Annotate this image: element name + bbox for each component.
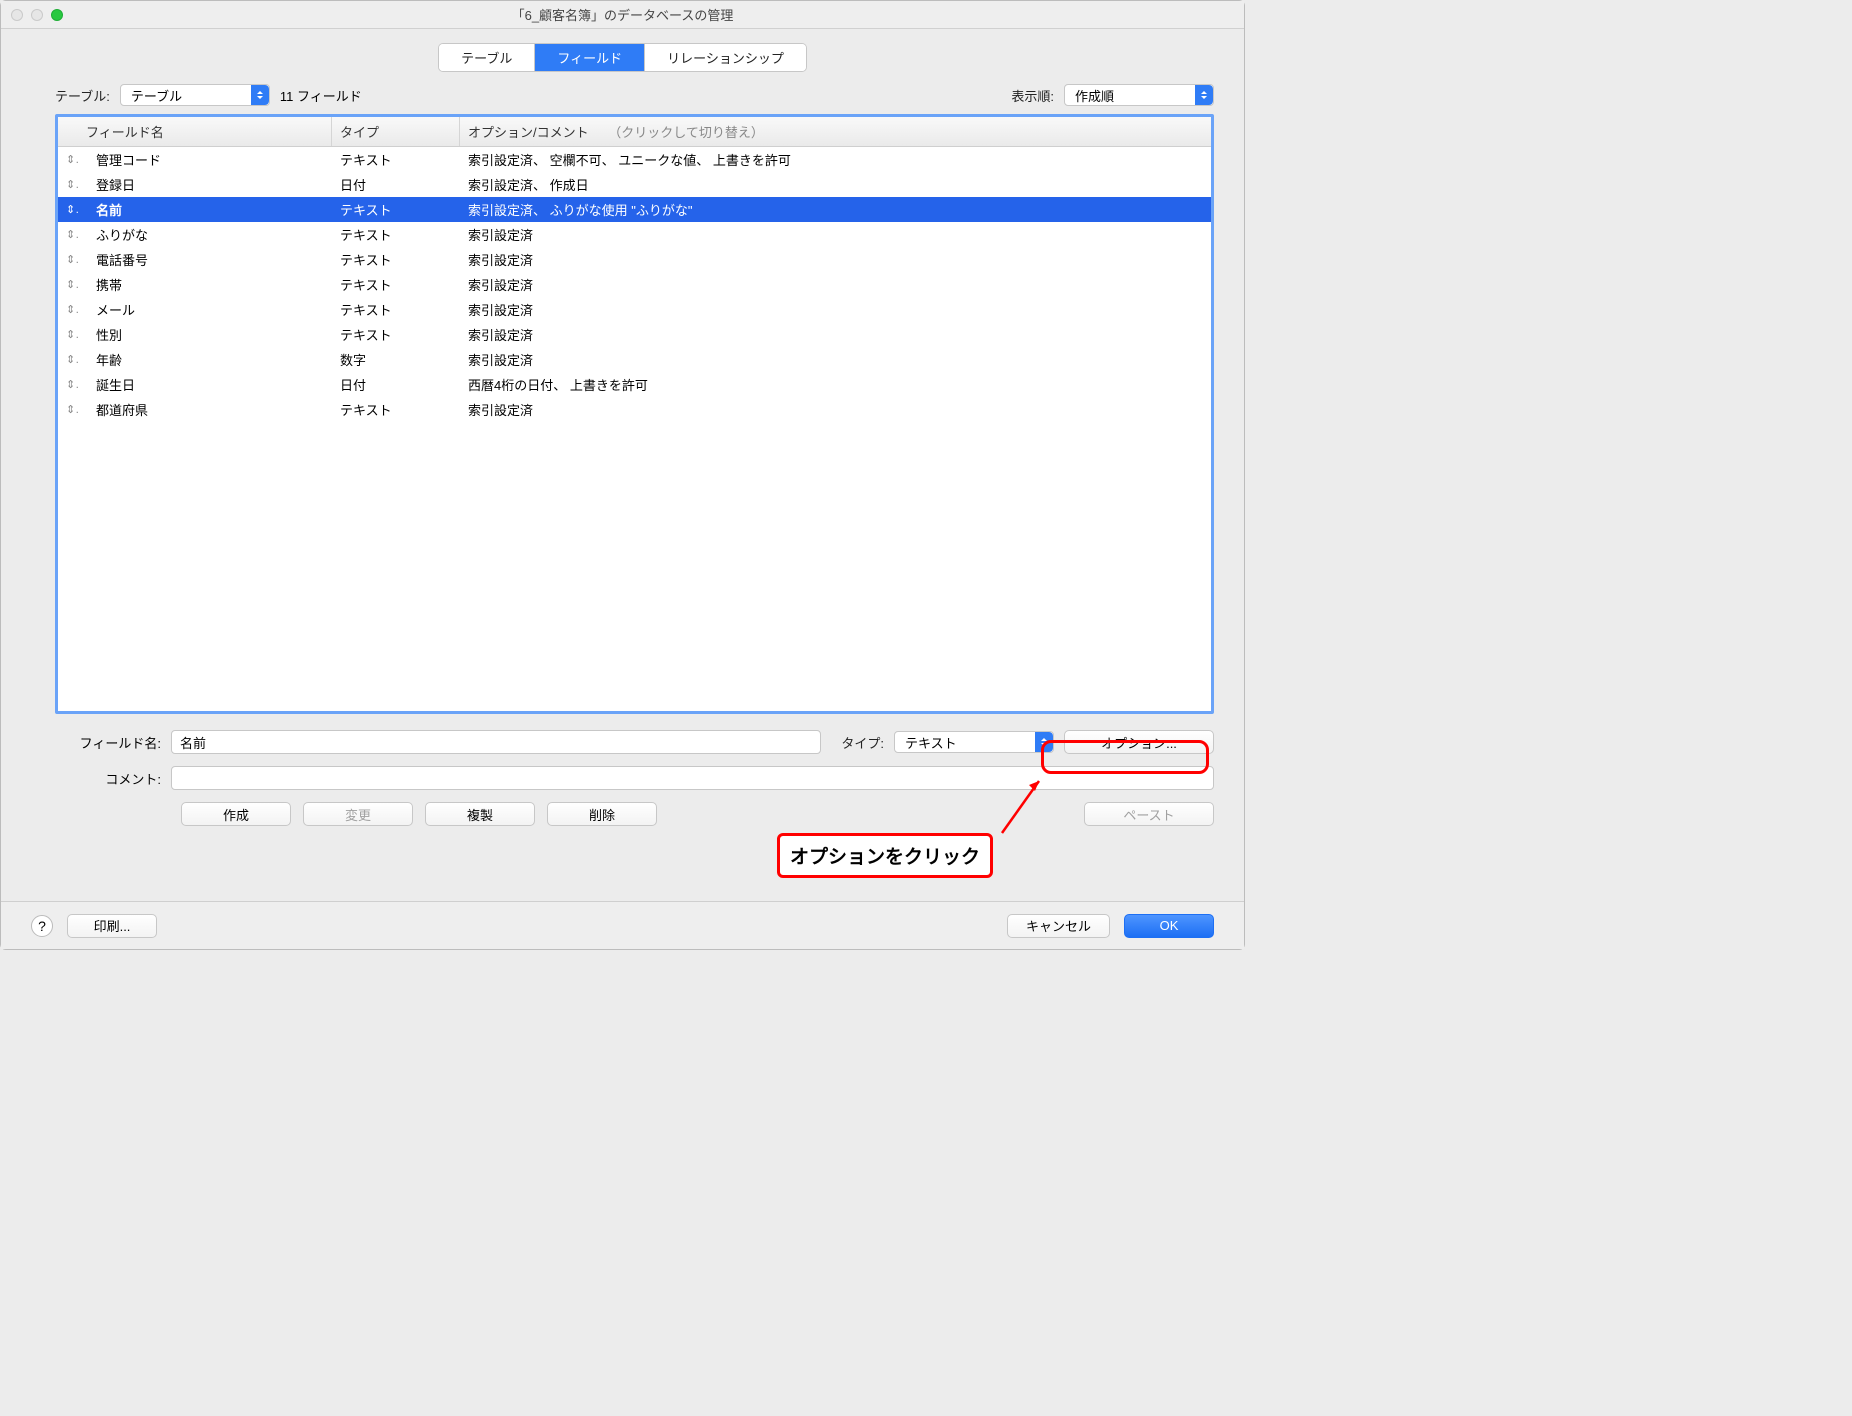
drag-handle-icon[interactable]: ⇕ <box>58 278 78 291</box>
tab-fields[interactable]: フィールド <box>535 44 645 71</box>
field-name-cell: 性別 <box>78 325 332 344</box>
paste-button[interactable]: ペースト <box>1084 802 1214 826</box>
drag-handle-icon[interactable]: ⇕ <box>58 378 78 391</box>
table-row[interactable]: ⇕誕生日日付西暦4桁の日付、 上書きを許可 <box>58 372 1211 397</box>
sort-select[interactable]: 作成順 <box>1064 84 1214 106</box>
field-type-cell: テキスト <box>332 250 460 269</box>
field-type-cell: テキスト <box>332 200 460 219</box>
field-table[interactable]: フィールド名 タイプ オプション/コメント （クリックして切り替え） ⇕管理コー… <box>55 114 1214 714</box>
field-type-cell: テキスト <box>332 400 460 419</box>
table-row[interactable]: ⇕性別テキスト索引設定済 <box>58 322 1211 347</box>
table-row[interactable]: ⇕メールテキスト索引設定済 <box>58 297 1211 322</box>
field-options-cell: 西暦4桁の日付、 上書きを許可 <box>460 375 1211 394</box>
tab-relations[interactable]: リレーションシップ <box>645 44 806 71</box>
field-type-cell: 日付 <box>332 175 460 194</box>
window-title: 「6_顧客名簿」のデータベースの管理 <box>1 5 1244 24</box>
table-row[interactable]: ⇕電話番号テキスト索引設定済 <box>58 247 1211 272</box>
table-select[interactable]: テーブル <box>120 84 270 106</box>
drag-handle-icon[interactable]: ⇕ <box>58 353 78 366</box>
drag-handle-icon[interactable]: ⇕ <box>58 403 78 416</box>
drag-handle-icon[interactable]: ⇕ <box>58 178 78 191</box>
field-type-cell: 数字 <box>332 350 460 369</box>
field-name-cell: 管理コード <box>78 150 332 169</box>
field-type-cell: テキスト <box>332 300 460 319</box>
col-type[interactable]: タイプ <box>332 117 460 146</box>
tab-bar: テーブル フィールド リレーションシップ <box>1 29 1244 82</box>
help-button[interactable]: ? <box>31 915 53 937</box>
field-options-cell: 索引設定済 <box>460 350 1211 369</box>
field-options-cell: 索引設定済 <box>460 400 1211 419</box>
table-row[interactable]: ⇕年齢数字索引設定済 <box>58 347 1211 372</box>
bottom-bar: ? 印刷... キャンセル OK <box>1 901 1244 949</box>
ok-button[interactable]: OK <box>1124 914 1214 938</box>
field-options-cell: 索引設定済 <box>460 225 1211 244</box>
field-name-label: フィールド名: <box>11 733 161 752</box>
comment-label: コメント: <box>11 769 161 788</box>
col-options[interactable]: オプション/コメント （クリックして切り替え） <box>460 117 1211 146</box>
print-button[interactable]: 印刷... <box>67 914 157 938</box>
duplicate-button[interactable]: 複製 <box>425 802 535 826</box>
table-row[interactable]: ⇕管理コードテキスト索引設定済、 空欄不可、 ユニークな値、 上書きを許可 <box>58 147 1211 172</box>
field-name-cell: 登録日 <box>78 175 332 194</box>
tab-tables[interactable]: テーブル <box>439 44 535 71</box>
drag-handle-icon[interactable]: ⇕ <box>58 328 78 341</box>
field-type-cell: テキスト <box>332 225 460 244</box>
field-name-cell: メール <box>78 300 332 319</box>
field-type-label: タイプ: <box>841 733 884 752</box>
table-body: ⇕管理コードテキスト索引設定済、 空欄不可、 ユニークな値、 上書きを許可⇕登録… <box>58 147 1211 422</box>
field-name-cell: ふりがな <box>78 225 332 244</box>
col-hint: （クリックして切り替え） <box>608 125 764 140</box>
table-row[interactable]: ⇕名前テキスト索引設定済、 ふりがな使用 "ふりがな" <box>58 197 1211 222</box>
annotation-label: オプションをクリック <box>777 833 993 878</box>
field-name-cell: 誕生日 <box>78 375 332 394</box>
field-type-cell: テキスト <box>332 150 460 169</box>
drag-handle-icon[interactable]: ⇕ <box>58 228 78 241</box>
field-count: 11 フィールド <box>280 86 362 105</box>
cancel-button[interactable]: キャンセル <box>1007 914 1110 938</box>
field-name-cell: 電話番号 <box>78 250 332 269</box>
field-options-cell: 索引設定済、 ふりがな使用 "ふりがな" <box>460 200 1211 219</box>
change-button[interactable]: 変更 <box>303 802 413 826</box>
drag-handle-icon[interactable]: ⇕ <box>58 153 78 166</box>
field-type-select[interactable]: テキスト <box>894 731 1054 753</box>
table-row[interactable]: ⇕都道府県テキスト索引設定済 <box>58 397 1211 422</box>
field-name-cell: 名前 <box>78 200 332 219</box>
chevron-updown-icon <box>1195 85 1213 105</box>
table-select-value: テーブル <box>131 86 182 105</box>
create-button[interactable]: 作成 <box>181 802 291 826</box>
field-type-cell: テキスト <box>332 275 460 294</box>
field-name-cell: 年齢 <box>78 350 332 369</box>
field-name-cell: 携帯 <box>78 275 332 294</box>
annotation-highlight <box>1041 740 1209 774</box>
field-options-cell: 索引設定済、 作成日 <box>460 175 1211 194</box>
sort-select-value: 作成順 <box>1075 86 1114 105</box>
field-options-cell: 索引設定済 <box>460 250 1211 269</box>
table-row[interactable]: ⇕登録日日付索引設定済、 作成日 <box>58 172 1211 197</box>
field-name-input[interactable] <box>171 730 821 754</box>
table-controls: テーブル: テーブル 11 フィールド 表示順: 作成順 <box>1 82 1244 114</box>
field-options-cell: 索引設定済、 空欄不可、 ユニークな値、 上書きを許可 <box>460 150 1211 169</box>
table-header: フィールド名 タイプ オプション/コメント （クリックして切り替え） <box>58 117 1211 147</box>
chevron-updown-icon <box>251 85 269 105</box>
field-options-cell: 索引設定済 <box>460 325 1211 344</box>
sort-label: 表示順: <box>1011 86 1054 105</box>
col-name[interactable]: フィールド名 <box>78 117 332 146</box>
titlebar: 「6_顧客名簿」のデータベースの管理 <box>1 1 1244 29</box>
field-type-value: テキスト <box>905 733 957 752</box>
table-label: テーブル: <box>55 86 110 105</box>
field-type-cell: 日付 <box>332 375 460 394</box>
drag-handle-icon[interactable]: ⇕ <box>58 203 78 216</box>
field-name-cell: 都道府県 <box>78 400 332 419</box>
annotation-arrow-icon <box>997 773 1057 843</box>
drag-handle-icon[interactable]: ⇕ <box>58 303 78 316</box>
table-row[interactable]: ⇕ふりがなテキスト索引設定済 <box>58 222 1211 247</box>
delete-button[interactable]: 削除 <box>547 802 657 826</box>
field-type-cell: テキスト <box>332 325 460 344</box>
field-options-cell: 索引設定済 <box>460 300 1211 319</box>
drag-handle-icon[interactable]: ⇕ <box>58 253 78 266</box>
table-row[interactable]: ⇕携帯テキスト索引設定済 <box>58 272 1211 297</box>
field-options-cell: 索引設定済 <box>460 275 1211 294</box>
